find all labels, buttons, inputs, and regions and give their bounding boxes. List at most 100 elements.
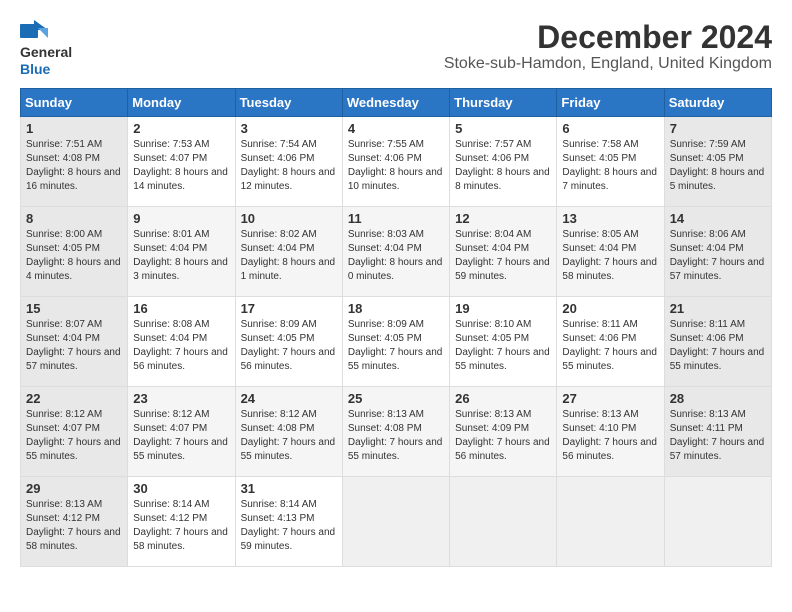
calendar-cell: 19 Sunrise: 8:10 AMSunset: 4:05 PMDayligh… [450, 296, 557, 386]
day-number: 24 [241, 391, 337, 406]
calendar-row: 8 Sunrise: 8:00 AMSunset: 4:05 PMDaylight… [21, 206, 772, 296]
calendar-cell: 7Sunrise: 7:59 AMSunset: 4:05 PMDaylight… [664, 116, 771, 206]
day-number: 21 [670, 301, 766, 316]
day-number: 6 [562, 121, 658, 136]
calendar-cell: 18 Sunrise: 8:09 AMSunset: 4:05 PMDayligh… [342, 296, 449, 386]
header-sunday: Sunday [21, 88, 128, 116]
calendar-cell: 14 Sunrise: 8:06 AMSunset: 4:04 PMDayligh… [664, 206, 771, 296]
day-number: 4 [348, 121, 444, 136]
day-info: Sunrise: 8:05 AMSunset: 4:04 PMDaylight:… [562, 228, 658, 284]
calendar-cell [664, 476, 771, 566]
day-number: 22 [26, 391, 122, 406]
day-info: Sunrise: 8:11 AMSunset: 4:06 PMDaylight:… [562, 318, 658, 374]
day-number: 11 [348, 211, 444, 226]
day-info: Sunrise: 8:12 AMSunset: 4:08 PMDaylight:… [241, 408, 337, 464]
calendar-cell: 29Sunrise: 8:13 AMSunset: 4:12 PMDayligh… [21, 476, 128, 566]
calendar-row: 29Sunrise: 8:13 AMSunset: 4:12 PMDayligh… [21, 476, 772, 566]
calendar-row: 22 Sunrise: 8:12 AMSunset: 4:07 PMDayligh… [21, 386, 772, 476]
calendar-cell: 9 Sunrise: 8:01 AMSunset: 4:04 PMDaylight… [128, 206, 235, 296]
day-number: 26 [455, 391, 551, 406]
calendar-cell: 13 Sunrise: 8:05 AMSunset: 4:04 PMDayligh… [557, 206, 664, 296]
day-info: Sunrise: 8:09 AMSunset: 4:05 PMDaylight:… [241, 318, 337, 374]
calendar-cell: 6 Sunrise: 7:58 AMSunset: 4:05 PMDaylight… [557, 116, 664, 206]
day-info: Sunrise: 8:08 AMSunset: 4:04 PMDaylight:… [133, 318, 229, 374]
logo-general: General [20, 44, 72, 60]
calendar-cell: 22 Sunrise: 8:12 AMSunset: 4:07 PMDayligh… [21, 386, 128, 476]
logo: General Blue [20, 20, 72, 78]
calendar-cell: 11 Sunrise: 8:03 AMSunset: 4:04 PMDayligh… [342, 206, 449, 296]
day-number: 18 [348, 301, 444, 316]
day-info: Sunrise: 7:58 AMSunset: 4:05 PMDaylight:… [562, 138, 658, 194]
day-info: Sunrise: 8:10 AMSunset: 4:05 PMDaylight:… [455, 318, 551, 374]
header-monday: Monday [128, 88, 235, 116]
calendar-cell: 21 Sunrise: 8:11 AMSunset: 4:06 PMDayligh… [664, 296, 771, 386]
day-info: Sunrise: 8:13 AMSunset: 4:11 PMDaylight:… [670, 408, 766, 464]
day-number: 7 [670, 121, 766, 136]
header-saturday: Saturday [664, 88, 771, 116]
page-header: General Blue December 2024 Stoke-sub-Ham… [20, 20, 772, 78]
day-info: Sunrise: 8:07 AMSunset: 4:04 PMDaylight:… [26, 318, 122, 374]
day-number: 14 [670, 211, 766, 226]
day-info: Sunrise: 8:04 AMSunset: 4:04 PMDaylight:… [455, 228, 551, 284]
day-info: Sunrise: 8:11 AMSunset: 4:06 PMDaylight:… [670, 318, 766, 374]
day-info: Sunrise: 8:06 AMSunset: 4:04 PMDaylight:… [670, 228, 766, 284]
calendar-cell: 25 Sunrise: 8:13 AMSunset: 4:08 PMDayligh… [342, 386, 449, 476]
calendar-table: SundayMondayTuesdayWednesdayThursdayFrid… [20, 88, 772, 567]
day-info: Sunrise: 8:14 AMSunset: 4:13 PMDaylight:… [241, 498, 337, 554]
day-number: 5 [455, 121, 551, 136]
day-info: Sunrise: 8:13 AMSunset: 4:08 PMDaylight:… [348, 408, 444, 464]
calendar-cell: 1Sunrise: 7:51 AMSunset: 4:08 PMDaylight… [21, 116, 128, 206]
logo-blue: Blue [20, 61, 50, 77]
calendar-cell: 2 Sunrise: 7:53 AMSunset: 4:07 PMDaylight… [128, 116, 235, 206]
day-info: Sunrise: 8:13 AMSunset: 4:12 PMDaylight:… [26, 498, 122, 554]
calendar-header-row: SundayMondayTuesdayWednesdayThursdayFrid… [21, 88, 772, 116]
day-number: 12 [455, 211, 551, 226]
day-info: Sunrise: 7:55 AMSunset: 4:06 PMDaylight:… [348, 138, 444, 194]
day-number: 23 [133, 391, 229, 406]
day-info: Sunrise: 7:53 AMSunset: 4:07 PMDaylight:… [133, 138, 229, 194]
day-number: 9 [133, 211, 229, 226]
header-thursday: Thursday [450, 88, 557, 116]
header-wednesday: Wednesday [342, 88, 449, 116]
day-info: Sunrise: 8:12 AMSunset: 4:07 PMDaylight:… [26, 408, 122, 464]
day-number: 2 [133, 121, 229, 136]
day-number: 13 [562, 211, 658, 226]
calendar-cell: 4 Sunrise: 7:55 AMSunset: 4:06 PMDaylight… [342, 116, 449, 206]
day-number: 15 [26, 301, 122, 316]
day-number: 31 [241, 481, 337, 496]
calendar-cell: 15 Sunrise: 8:07 AMSunset: 4:04 PMDayligh… [21, 296, 128, 386]
calendar-cell: 12 Sunrise: 8:04 AMSunset: 4:04 PMDayligh… [450, 206, 557, 296]
day-info: Sunrise: 7:54 AMSunset: 4:06 PMDaylight:… [241, 138, 337, 194]
day-number: 10 [241, 211, 337, 226]
day-number: 27 [562, 391, 658, 406]
day-info: Sunrise: 8:02 AMSunset: 4:04 PMDaylight:… [241, 228, 337, 284]
calendar-row: 1Sunrise: 7:51 AMSunset: 4:08 PMDaylight… [21, 116, 772, 206]
page-subtitle: Stoke-sub-Hamdon, England, United Kingdo… [444, 55, 772, 73]
header-tuesday: Tuesday [235, 88, 342, 116]
day-number: 17 [241, 301, 337, 316]
day-info: Sunrise: 8:09 AMSunset: 4:05 PMDaylight:… [348, 318, 444, 374]
day-info: Sunrise: 8:03 AMSunset: 4:04 PMDaylight:… [348, 228, 444, 284]
calendar-cell: 16Sunrise: 8:08 AMSunset: 4:04 PMDayligh… [128, 296, 235, 386]
calendar-cell [450, 476, 557, 566]
calendar-cell: 5Sunrise: 7:57 AMSunset: 4:06 PMDaylight… [450, 116, 557, 206]
calendar-cell: 31 Sunrise: 8:14 AMSunset: 4:13 PMDayligh… [235, 476, 342, 566]
page-title: December 2024 [444, 20, 772, 55]
day-info: Sunrise: 8:13 AMSunset: 4:09 PMDaylight:… [455, 408, 551, 464]
day-info: Sunrise: 8:01 AMSunset: 4:04 PMDaylight:… [133, 228, 229, 284]
calendar-cell: 24 Sunrise: 8:12 AMSunset: 4:08 PMDayligh… [235, 386, 342, 476]
calendar-cell: 28 Sunrise: 8:13 AMSunset: 4:11 PMDayligh… [664, 386, 771, 476]
day-number: 8 [26, 211, 122, 226]
header-friday: Friday [557, 88, 664, 116]
day-info: Sunrise: 8:13 AMSunset: 4:10 PMDaylight:… [562, 408, 658, 464]
calendar-cell [557, 476, 664, 566]
calendar-cell: 27 Sunrise: 8:13 AMSunset: 4:10 PMDayligh… [557, 386, 664, 476]
day-info: Sunrise: 8:00 AMSunset: 4:05 PMDaylight:… [26, 228, 122, 284]
day-number: 19 [455, 301, 551, 316]
calendar-cell: 3Sunrise: 7:54 AMSunset: 4:06 PMDaylight… [235, 116, 342, 206]
day-number: 28 [670, 391, 766, 406]
day-number: 25 [348, 391, 444, 406]
day-info: Sunrise: 8:14 AMSunset: 4:12 PMDaylight:… [133, 498, 229, 554]
calendar-cell: 20Sunrise: 8:11 AMSunset: 4:06 PMDayligh… [557, 296, 664, 386]
title-block: December 2024 Stoke-sub-Hamdon, England,… [444, 20, 772, 73]
